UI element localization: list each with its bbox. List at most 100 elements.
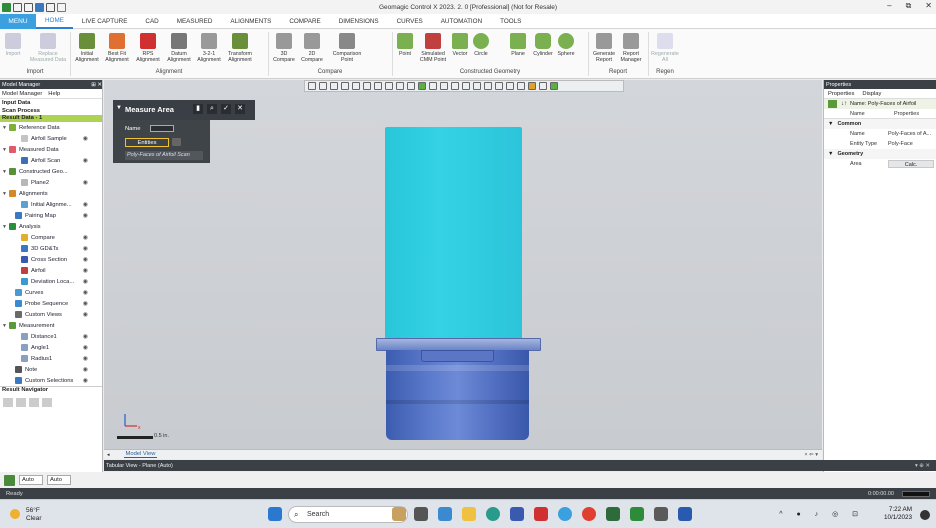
tree-item[interactable]: ▼ Constructed Geo... [0,166,102,177]
category-common[interactable]: ▼ Common [824,119,936,129]
lock-icon[interactable]: ▮ [193,104,203,114]
tree-item[interactable]: Distance1 ◉ [0,331,102,342]
tab-tools[interactable]: TOOLS [491,14,530,29]
input-data-label[interactable]: Input Data [0,99,102,107]
app-icon[interactable] [558,507,572,521]
nav-tool-icon[interactable] [3,398,13,407]
visibility-eye-icon[interactable]: ◉ [83,201,88,208]
view-tool-icon[interactable] [462,82,470,90]
tab-curves[interactable]: CURVES [388,14,432,29]
view-tool-icon[interactable] [539,82,547,90]
category-geometry[interactable]: ▼ Geometry [824,149,936,159]
tree-item[interactable]: Initial Alignme... ◉ [0,199,102,210]
word-icon[interactable] [678,507,692,521]
tab-display[interactable]: Display [862,91,881,97]
tab-model-view[interactable]: Model View [123,451,158,458]
sphere-button[interactable]: Sphere [556,33,576,57]
view-tool-icon[interactable] [506,82,514,90]
app-icon[interactable] [534,507,548,521]
tree-item[interactable]: Angle1 ◉ [0,342,102,353]
tab-measured[interactable]: MEASURED [168,14,222,29]
sort-icon[interactable]: ↓↑ [841,101,847,107]
view-tool-icon[interactable] [484,82,492,90]
view-tool-icon[interactable] [451,82,459,90]
tree-item[interactable]: Custom Views ◉ [0,309,102,320]
2d-compare-button[interactable]: 2D Compare [298,33,326,63]
search-icon[interactable]: ⌕ [207,104,217,114]
view-tool-icon[interactable] [418,82,426,90]
tree-item[interactable]: Plane2 ◉ [0,177,102,188]
visibility-eye-icon[interactable]: ◉ [83,355,88,362]
tree-item[interactable]: Custom Selections ◉ [0,375,102,386]
geomagic-icon[interactable] [606,507,620,521]
tree-item[interactable]: Deviation Loca... ◉ [0,276,102,287]
ok-icon[interactable]: ✓ [221,104,231,114]
view-tool-icon[interactable] [429,82,437,90]
view-tool-icon[interactable] [308,82,316,90]
visibility-eye-icon[interactable]: ◉ [83,267,88,274]
scan-process-label[interactable]: Scan Process [0,107,102,115]
control-x-icon[interactable] [630,507,644,521]
cancel-icon[interactable]: ✕ [235,104,245,114]
comparison-point-button[interactable]: Comparison Point [328,33,366,63]
view-tool-icon[interactable] [528,82,536,90]
visibility-eye-icon[interactable]: ◉ [83,256,88,263]
view-tool-icon[interactable] [319,82,327,90]
windows-start-icon[interactable] [268,507,282,521]
visibility-eye-icon[interactable]: ◉ [83,179,88,186]
tree-item[interactable]: Curves ◉ [0,287,102,298]
visibility-eye-icon[interactable]: ◉ [83,344,88,351]
entities-button[interactable]: Entities [125,138,169,147]
tree-item[interactable]: ▼ Analysis [0,221,102,232]
point-button[interactable]: Point [396,33,414,57]
visibility-eye-icon[interactable]: ◉ [83,157,88,164]
generate-report-button[interactable]: Generate Report [592,33,616,63]
tree-item[interactable]: ▼ Measured Data [0,144,102,155]
weather-widget[interactable]: 56°F Clear [26,507,42,523]
expand-arrow-icon[interactable]: ▼ [2,323,9,329]
visibility-eye-icon[interactable]: ◉ [83,377,88,384]
tab-properties[interactable]: Properties [828,91,854,97]
tab-automation[interactable]: AUTOMATION [432,14,491,29]
collapse-icon[interactable]: ▼ [116,105,122,111]
entities-option-icon[interactable] [172,138,181,146]
replace-measured-data-button[interactable]: Replace Measured Data [28,33,68,63]
view-tool-icon[interactable] [374,82,382,90]
name-field[interactable] [150,125,174,132]
view-tool-icon[interactable] [396,82,404,90]
nav-tool-icon[interactable] [29,398,39,407]
tree-item[interactable]: Note ◉ [0,364,102,375]
regenerate-all-button[interactable]: Regenerate All [650,33,680,63]
app-icon[interactable] [654,507,668,521]
tree-item[interactable]: ▼ Alignments [0,188,102,199]
tree-item[interactable]: Probe Sequence ◉ [0,298,102,309]
expand-arrow-icon[interactable]: ▼ [2,125,9,131]
cylinder-button[interactable]: Cylinder [530,33,556,57]
rps-alignment-button[interactable]: RPS Alignment [133,33,163,63]
auto-select-2[interactable]: Auto [47,475,71,485]
circle-button[interactable]: Circle [471,33,491,57]
plane-button[interactable]: Plane [508,33,528,57]
view-tool-icon[interactable] [330,82,338,90]
close-button[interactable]: ✕ [925,1,932,11]
321-alignment-button[interactable]: 3-2-1 Alignment [194,33,224,63]
view-tool-icon[interactable] [341,82,349,90]
visibility-eye-icon[interactable]: ◉ [83,366,88,373]
view-tool-icon[interactable] [440,82,448,90]
view-tool-icon[interactable] [363,82,371,90]
clock[interactable]: 7:22 AM 10/1/2023 [884,506,912,522]
entity-list-item[interactable]: Poly-Faces of Airfoil Scan [125,151,203,160]
tree-item[interactable]: Airfoil Scan ◉ [0,155,102,166]
result-data-bar[interactable]: Result Data - 1 [0,115,102,122]
task-view-icon[interactable] [414,507,428,521]
tab-dimensions[interactable]: DIMENSIONS [330,14,388,29]
view-tool-icon[interactable] [495,82,503,90]
expand-arrow-icon[interactable]: ▼ [2,147,9,153]
vector-button[interactable]: Vector [450,33,470,57]
view-tool-icon[interactable] [517,82,525,90]
view-tool-icon[interactable] [550,82,558,90]
tab-scroll-icon[interactable]: ◂ [107,452,110,458]
visibility-eye-icon[interactable]: ◉ [83,234,88,241]
tab-cad[interactable]: CAD [136,14,167,29]
weather-moon-icon[interactable] [10,509,20,519]
